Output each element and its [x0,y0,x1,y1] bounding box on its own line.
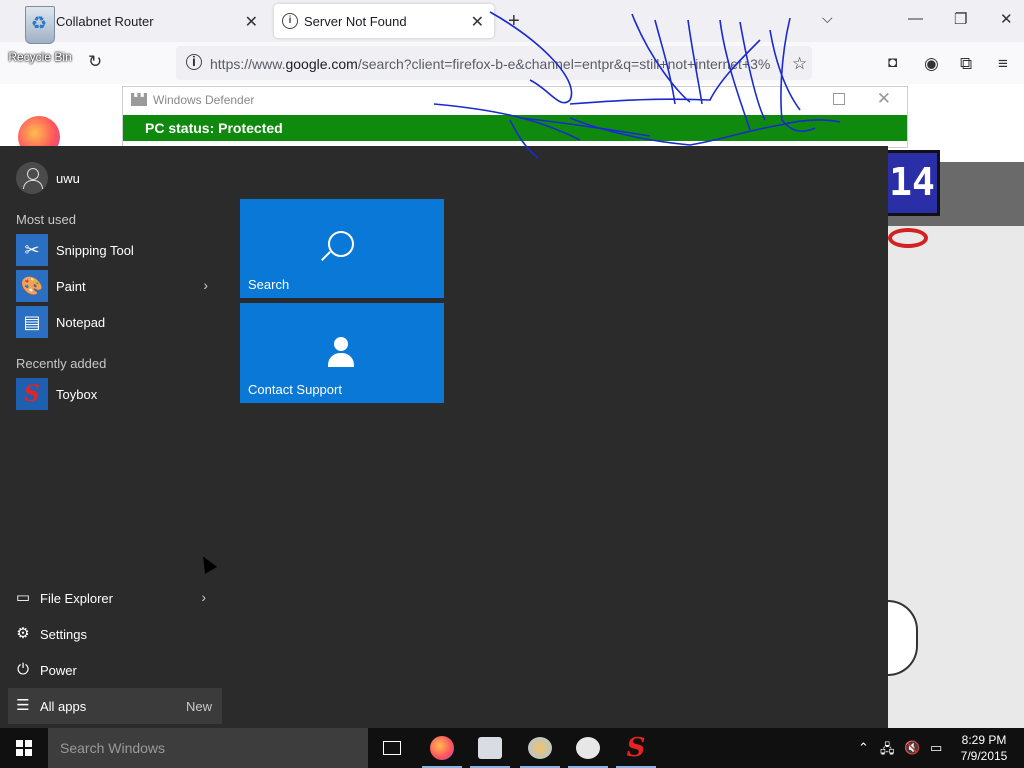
taskbar: Search Windows S ⌃ 🖧 🔇 ▭ 8:29 PM 7/9/201… [0,728,1024,768]
defender-icon [478,737,502,759]
notifications-icon[interactable]: ▭ [930,740,942,756]
url-text[interactable]: https://www.google.com/search?client=fir… [210,56,780,72]
extensions-icon[interactable]: ⧉ [960,54,972,74]
recycle-bin[interactable]: Recycle Bin [6,6,74,74]
system-item-label: Settings [40,626,87,642]
minimize-icon[interactable]: — [908,10,923,27]
notepad-icon: ▤ [16,306,48,338]
system-item-label: Power [40,662,77,678]
search-placeholder: Search Windows [60,740,166,756]
settings-item[interactable]: ⚙ Settings [14,620,214,648]
toybox-icon: S [16,378,48,410]
avatar-icon [16,162,48,194]
close-icon[interactable]: ✕ [471,12,484,32]
system-item-label: File Explorer [40,590,113,606]
gear-icon: ⚙ [16,625,30,642]
task-view-button[interactable] [368,728,416,768]
defender-status: PC status: Protected [123,115,907,141]
info-icon[interactable]: i [186,54,202,70]
start-menu: uwu Most used ✂ Snipping Tool 🎨 Paint › … [0,146,888,728]
most-used-label: Most used [16,212,76,227]
snipping-tool-icon [576,737,600,759]
clock-date: 7/9/2015 [960,749,1008,763]
tile-contact-support[interactable]: Contact Support [240,303,444,403]
app-snipping-tool[interactable]: ✂ Snipping Tool [16,234,216,266]
account-icon[interactable]: ◉ [924,54,939,74]
support-agent-icon [328,337,354,367]
app-toybox[interactable]: S Toybox [16,378,216,410]
folder-icon: ▭ [15,589,31,606]
power-item[interactable]: ⏻ Power [14,656,214,684]
restore-icon[interactable]: ❐ [954,10,967,28]
app-notepad[interactable]: ▤ Notepad [16,306,216,338]
defender-title: Windows Defender [153,93,255,107]
chevron-right-icon[interactable]: › [201,589,206,605]
app-label: Snipping Tool [56,242,134,258]
app-label: Paint [56,278,86,294]
toybox-icon: S [626,733,646,763]
taskbar-defender[interactable] [466,728,514,768]
info-icon: i [282,13,298,29]
basketball-hoop-icon [888,228,928,248]
taskbar-toybox[interactable]: S [612,728,660,768]
tab-server-not-found[interactable]: i Server Not Found ✕ [274,4,494,38]
new-badge: New [186,699,213,714]
tile-label: Search [248,277,290,292]
start-button[interactable] [16,740,32,756]
search-icon [328,231,354,257]
menu-icon[interactable]: ≡ [998,54,1008,74]
tile-search[interactable]: Search [240,199,444,298]
taskbar-paint[interactable] [516,728,564,768]
tab-label: Server Not Found [304,13,407,29]
task-view-icon [383,741,401,755]
recycle-bin-icon [25,6,55,44]
list-icon: ☰ [16,697,30,714]
clock[interactable]: 8:29 PM 7/9/2015 [952,732,1016,764]
tab-bar: Collabnet Router ✕ i Server Not Found ✕ … [0,0,1024,42]
defender-icon [131,93,147,106]
clock-time: 8:29 PM [961,733,1007,747]
chevron-up-icon[interactable]: ⌃ [858,740,869,756]
tile-label: Contact Support [248,382,342,397]
taskbar-snipping-tool[interactable] [564,728,612,768]
paint-icon: 🎨 [16,270,48,302]
windows-defender-window: Windows Defender ✕ PC status: Protected [122,86,908,148]
start-menu-left-column: uwu Most used ✂ Snipping Tool 🎨 Paint › … [0,146,222,728]
network-icon[interactable]: 🖧 [880,740,895,762]
close-icon[interactable]: ✕ [877,89,891,109]
app-label: Notepad [56,314,106,330]
taskbar-firefox[interactable] [418,728,466,768]
user-name: uwu [56,170,80,186]
pocket-icon[interactable]: ◘ [888,54,897,71]
snipping-tool-icon: ✂ [16,234,48,266]
game-score: 14 [884,150,940,216]
paint-icon [528,737,552,759]
volume-muted-icon[interactable]: 🔇 [904,740,920,756]
user-account[interactable]: uwu [16,162,80,194]
app-label: Toybox [56,386,98,402]
close-icon[interactable]: ✕ [245,12,258,32]
star-icon[interactable]: ☆ [792,54,807,74]
file-explorer-item[interactable]: ▭ File Explorer › [14,584,214,612]
all-apps-item[interactable]: ☰ All apps [14,692,214,720]
chevron-down-icon[interactable]: ⌵ [822,10,833,27]
maximize-icon[interactable] [833,93,845,105]
recycle-bin-label: Recycle Bin [8,50,72,64]
defender-titlebar: Windows Defender ✕ [123,87,907,113]
chevron-right-icon[interactable]: › [203,277,208,293]
new-tab-button[interactable]: + [508,10,520,33]
app-paint[interactable]: 🎨 Paint › [16,270,216,302]
close-window-icon[interactable]: ✕ [1000,10,1013,28]
firefox-icon [430,736,454,760]
taskbar-search[interactable]: Search Windows [48,728,368,768]
reload-icon[interactable]: ↻ [88,52,102,72]
system-item-label: All apps [40,698,87,714]
power-icon: ⏻ [17,661,29,678]
recently-added-label: Recently added [16,356,107,371]
